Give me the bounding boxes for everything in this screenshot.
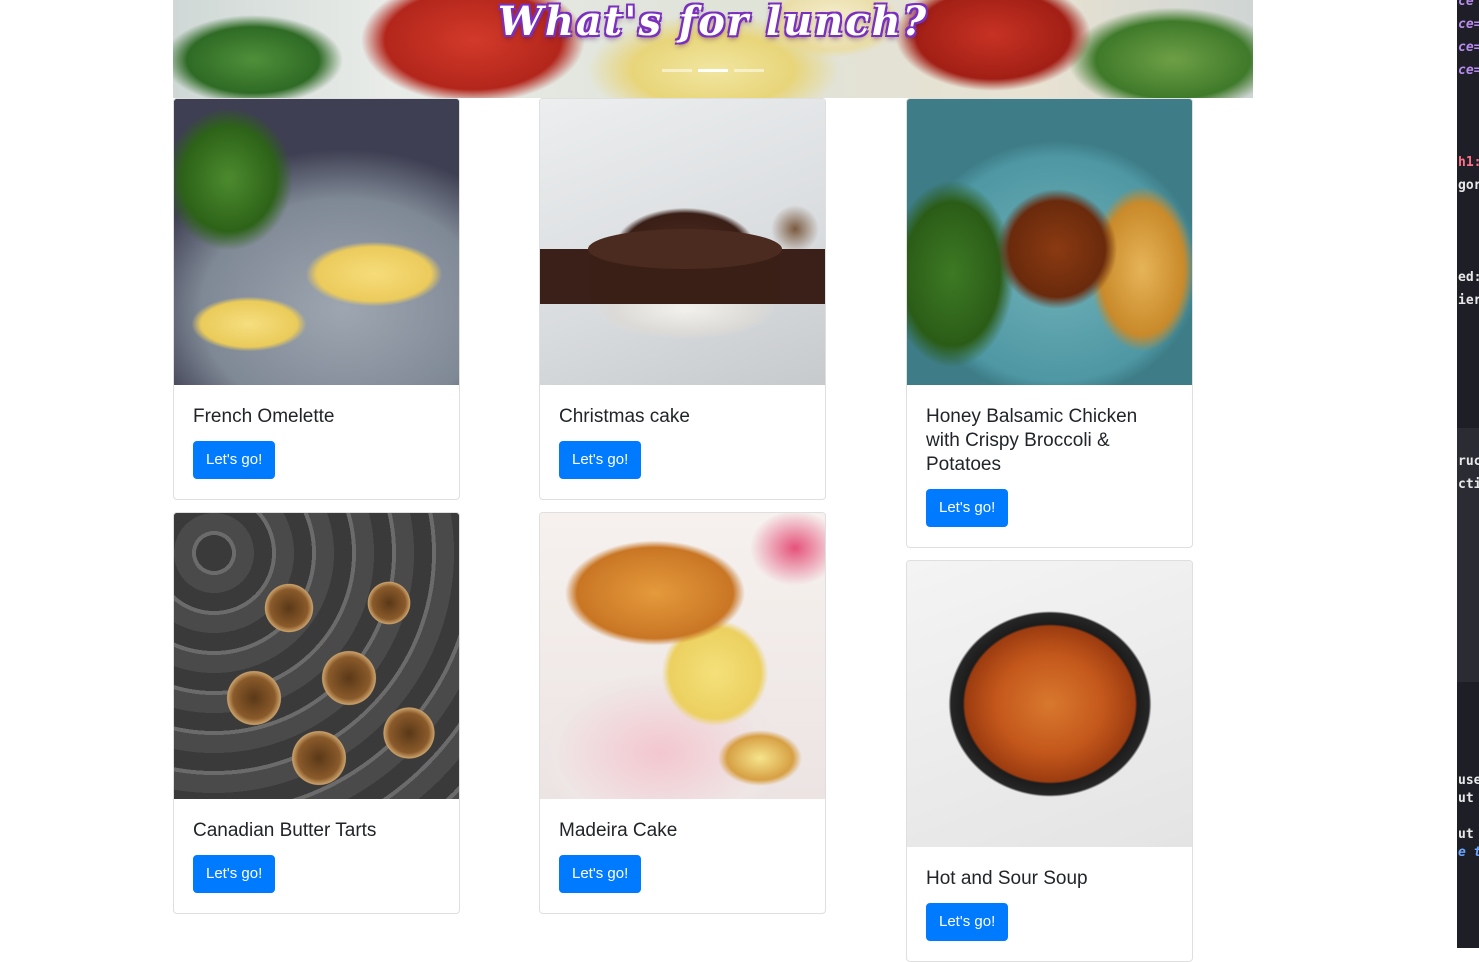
code-fragment: ut [1458,827,1474,842]
recipe-title: Canadian Butter Tarts [193,820,377,841]
recipe-title: Hot and Sour Soup [926,868,1088,889]
carousel-indicator-1[interactable] [662,69,692,72]
code-fragment: ce= [1458,63,1479,78]
recipe-title: French Omelette [193,406,335,427]
hero-carousel: What's for lunch? [173,0,1253,98]
recipe-card: Honey Balsamic Chicken with Crispy Brocc… [906,98,1193,548]
code-fragment: h1: [1458,155,1479,170]
lets-go-button[interactable]: Let's go! [193,855,276,893]
lets-go-button[interactable]: Let's go! [559,855,642,893]
code-fragment: ed: [1458,270,1479,285]
recipe-card: Canadian Butter Tarts Let's go! [173,512,460,914]
code-fragment: ce= [1458,40,1479,55]
christmas-cake-image [540,99,825,385]
canadian-butter-tarts-image [174,513,459,799]
honey-balsamic-chicken-image [907,99,1192,385]
code-fragment: use [1458,773,1479,788]
lets-go-button[interactable]: Let's go! [926,489,1009,527]
carousel-indicators [662,69,764,72]
madeira-cake-image [540,513,825,799]
recipe-title: Madeira Cake [559,820,678,841]
code-editor-strip: ce ce= ce= ce= h1: gor ed: ier ruc cti u… [1457,0,1479,948]
lets-go-button[interactable]: Let's go! [193,441,276,479]
hot-and-sour-soup-image [907,561,1192,847]
code-fragment: ce [1458,0,1474,9]
carousel-indicator-3[interactable] [734,69,764,72]
lets-go-button[interactable]: Let's go! [559,441,642,479]
lets-go-button[interactable]: Let's go! [926,903,1009,941]
recipe-card: Madeira Cake Let's go! [539,512,826,914]
code-fragment: ier [1458,293,1479,308]
code-fragment: ruc [1458,454,1479,469]
recipe-title: Christmas cake [559,406,690,427]
code-fragment: gor [1458,178,1479,193]
recipe-card: Hot and Sour Soup Let's go! [906,560,1193,962]
recipe-card: Christmas cake Let's go! [539,98,826,500]
french-omelette-image [174,99,459,385]
code-fragment: cti [1458,477,1479,492]
recipe-title: Honey Balsamic Chicken with Crispy Brocc… [926,406,1138,475]
hero-title: What's for lunch? [497,0,929,45]
carousel-indicator-2[interactable] [698,69,728,72]
code-fragment: ce= [1458,17,1479,32]
code-fragment: ut [1458,791,1474,806]
code-fragment: e t [1458,845,1479,860]
recipe-card: French Omelette Let's go! [173,98,460,500]
